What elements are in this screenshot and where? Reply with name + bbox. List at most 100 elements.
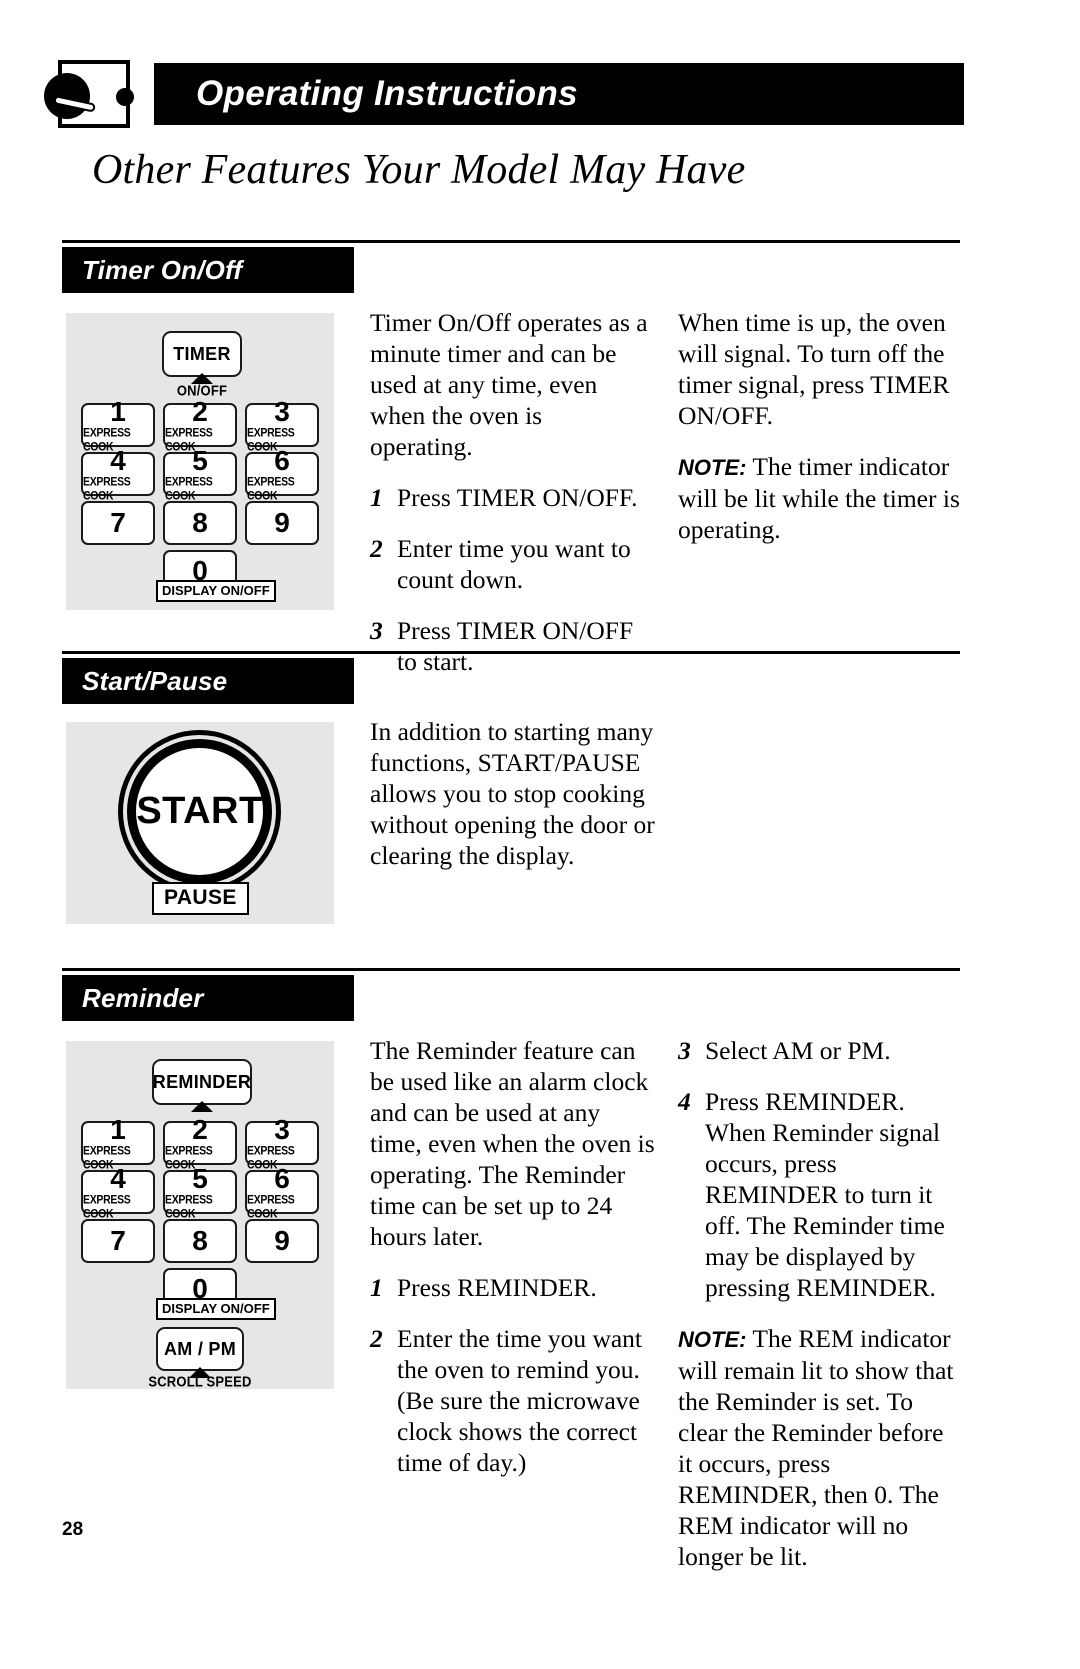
timer-intro-paragraph: Timer On/Off operates as a minute timer … (370, 308, 648, 461)
keypad-key-8[interactable]: 8 (163, 1219, 237, 1263)
step-number: 1 (370, 483, 383, 512)
reminder-intro-paragraph: The Reminder feature can be used like an… (370, 1036, 655, 1251)
timer-step-1: 1 Press TIMER ON/OFF. (370, 482, 650, 513)
page-subtitle: Other Features Your Model May Have (92, 147, 746, 193)
keypad-key-2[interactable]: 2 EXPRESS COOK (163, 1116, 237, 1172)
timer-note: NOTE: The timer indicator will be lit wh… (678, 451, 963, 545)
section-rule-reminder (62, 968, 960, 971)
header-title: Operating Instructions (196, 74, 578, 113)
step-number: 3 (678, 1036, 691, 1065)
key-sublabel: EXPRESS COOK (83, 1193, 131, 1221)
section-header-start-pause: Start/Pause (62, 658, 354, 704)
key-digit: 7 (110, 1225, 126, 1256)
keypad-key-4[interactable]: 4 EXPRESS COOK (81, 447, 155, 503)
pause-label: PAUSE (164, 886, 237, 909)
start-button[interactable]: START (127, 739, 272, 884)
page-header: Operating Instructions (44, 60, 964, 128)
reminder-key[interactable]: REMINDER (152, 1059, 252, 1105)
keypad-key-1[interactable]: 1 EXPRESS COOK (81, 1116, 155, 1172)
section-title-reminder: Reminder (82, 982, 204, 1013)
keypad-key-8[interactable]: 8 (163, 501, 237, 545)
timer-on-off-key[interactable]: TIMER (162, 331, 242, 377)
page-number: 28 (62, 1519, 84, 1540)
key-digit: 4 (110, 1163, 126, 1194)
key-digit: 5 (192, 445, 208, 476)
keypad-key-2[interactable]: 2 EXPRESS COOK (163, 398, 237, 454)
section-title-timer: Timer On/Off (82, 254, 243, 285)
key-digit: 6 (274, 1163, 290, 1194)
reminder-step-4: 4 Press REMINDER. When Reminder signal o… (678, 1086, 963, 1303)
step-text: Press REMINDER. (397, 1273, 597, 1302)
note-text: The REM indicator will remain lit to sho… (678, 1324, 954, 1571)
step-number: 1 (370, 1273, 383, 1302)
keypad-key-4[interactable]: 4 EXPRESS COOK (81, 1165, 155, 1221)
key-digit: 1 (110, 396, 126, 427)
start-pause-panel: START PAUSE (66, 722, 334, 924)
note-label: NOTE: (678, 455, 747, 480)
section-header-timer: Timer On/Off (62, 247, 354, 293)
keypad-key-9[interactable]: 9 (245, 501, 319, 545)
keypad-key-3[interactable]: 3 EXPRESS COOK (245, 398, 319, 454)
timer-keypad-panel: TIMER ON/OFF 1 EXPRESS COOK 2 EXPRESS CO… (66, 313, 334, 610)
key-digit: 9 (274, 507, 290, 538)
section-title-start-pause: Start/Pause (82, 665, 228, 696)
keypad-key-5[interactable]: 5 EXPRESS COOK (163, 447, 237, 503)
step-text: Press TIMER ON/OFF. (397, 483, 638, 512)
key-digit: 2 (192, 1114, 208, 1145)
step-text: Enter time you want to count down. (397, 534, 631, 594)
section-rule-timer (62, 240, 960, 243)
start-pause-text-column: In addition to starting many functions, … (370, 716, 660, 871)
am-pm-key[interactable]: AM / PM (156, 1327, 244, 1371)
keypad-key-6[interactable]: 6 EXPRESS COOK (245, 447, 319, 503)
display-on-off-caption: DISPLAY ON/OFF (156, 1298, 276, 1320)
key-digit: 3 (274, 1114, 290, 1145)
note-label: NOTE: (678, 1327, 747, 1352)
display-on-off-caption: DISPLAY ON/OFF (156, 580, 276, 602)
key-digit: 1 (110, 1114, 126, 1145)
step-text: Select AM or PM. (705, 1036, 891, 1065)
section-rule-start-pause (62, 651, 960, 654)
header-banner: Operating Instructions (154, 63, 964, 125)
key-digit: 8 (192, 1225, 208, 1256)
key-digit: 9 (274, 1225, 290, 1256)
start-button-label: START (136, 790, 263, 832)
keypad-key-3[interactable]: 3 EXPRESS COOK (245, 1116, 319, 1172)
timer-step-2: 2 Enter time you want to count down. (370, 533, 650, 595)
keypad-key-7[interactable]: 7 (81, 1219, 155, 1263)
reminder-keypad-panel: REMINDER 1 EXPRESS COOK 2 EXPRESS COOK 3… (66, 1041, 334, 1390)
key-sublabel: EXPRESS COOK (247, 1193, 295, 1221)
reminder-step-3: 3 Select AM or PM. (678, 1035, 963, 1066)
reminder-step-1: 1 Press REMINDER. (370, 1272, 655, 1303)
reminder-text-column-left: The Reminder feature can be used like an… (370, 1035, 655, 1498)
reminder-note: NOTE: The REM indicator will remain lit … (678, 1323, 963, 1572)
timer-text-column-right: When time is up, the oven will signal. T… (678, 307, 963, 545)
start-pause-paragraph: In addition to starting many functions, … (370, 717, 655, 870)
timer-key-label: TIMER (173, 343, 231, 364)
pause-label-box[interactable]: PAUSE (152, 882, 249, 915)
keypad-key-5[interactable]: 5 EXPRESS COOK (163, 1165, 237, 1221)
step-text: Press TIMER ON/OFF to start. (397, 616, 634, 676)
key-digit: 2 (192, 396, 208, 427)
reminder-text-column-right: 3 Select AM or PM. 4 Press REMINDER. Whe… (678, 1035, 963, 1572)
keypad-key-1[interactable]: 1 EXPRESS COOK (81, 398, 155, 454)
step-text: Enter the time you want the oven to remi… (397, 1324, 643, 1477)
timer-step-3: 3 Press TIMER ON/OFF to start. (370, 615, 650, 677)
step-number: 2 (370, 1324, 383, 1353)
key-digit: 6 (274, 445, 290, 476)
dial-knob-icon (44, 73, 90, 119)
keypad-key-9[interactable]: 9 (245, 1219, 319, 1263)
key-digit: 3 (274, 396, 290, 427)
key-sublabel: EXPRESS COOK (83, 475, 131, 503)
dial-dot-icon (116, 88, 134, 106)
key-sublabel: EXPRESS COOK (165, 475, 213, 503)
step-text: Press REMINDER. When Reminder signal occ… (705, 1087, 945, 1302)
am-pm-key-label: AM / PM (163, 1338, 237, 1359)
timer-text-column-left: Timer On/Off operates as a minute timer … (370, 307, 650, 697)
key-digit: 5 (192, 1163, 208, 1194)
keypad-key-7[interactable]: 7 (81, 501, 155, 545)
reminder-key-label: REMINDER (152, 1071, 252, 1092)
step-number: 3 (370, 616, 383, 645)
document-page: Operating Instructions Other Features Yo… (0, 0, 1080, 1669)
key-digit: 8 (192, 507, 208, 538)
keypad-key-6[interactable]: 6 EXPRESS COOK (245, 1165, 319, 1221)
